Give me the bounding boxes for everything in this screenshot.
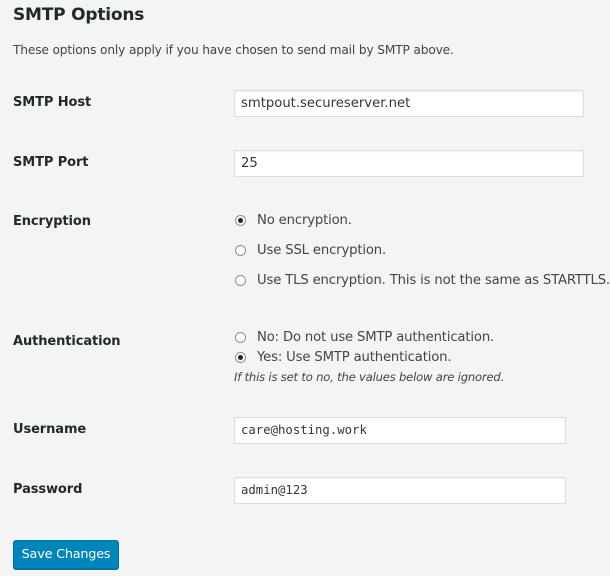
- radio-label: No: Do not use SMTP authentication.: [257, 330, 495, 345]
- auth-option-yes[interactable]: Yes: Use SMTP authentication.: [234, 350, 452, 365]
- smtp-host-input[interactable]: smtpout.secureserver.net: [234, 90, 584, 117]
- radio-button[interactable]: [235, 215, 246, 226]
- radio-button[interactable]: [235, 245, 246, 256]
- radio-button[interactable]: [235, 332, 246, 343]
- encryption-option-none[interactable]: No encryption.: [234, 213, 352, 228]
- section-title: SMTP Options: [13, 5, 145, 25]
- radio-button[interactable]: [235, 275, 246, 286]
- username-label: Username: [13, 422, 87, 437]
- authentication-label: Authentication: [13, 334, 121, 349]
- auth-option-no[interactable]: No: Do not use SMTP authentication.: [234, 330, 494, 345]
- save-changes-button[interactable]: Save Changes: [13, 540, 119, 569]
- encryption-label: Encryption: [13, 214, 91, 229]
- smtp-port-label: SMTP Port: [13, 155, 89, 170]
- radio-label: No encryption.: [257, 213, 352, 228]
- radio-label: Use TLS encryption. This is not the same…: [257, 273, 610, 288]
- smtp-host-label: SMTP Host: [13, 95, 92, 110]
- password-input[interactable]: admin@123: [234, 477, 566, 504]
- password-label: Password: [13, 482, 83, 497]
- radio-button[interactable]: [235, 352, 246, 363]
- username-input[interactable]: care@hosting.work: [234, 417, 566, 444]
- encryption-option-tls[interactable]: Use TLS encryption. This is not the same…: [234, 273, 610, 288]
- authentication-hint: If this is set to no, the values below a…: [234, 370, 505, 384]
- radio-label: Use SSL encryption.: [257, 243, 387, 258]
- encryption-option-ssl[interactable]: Use SSL encryption.: [234, 243, 386, 258]
- section-description: These options only apply if you have cho…: [13, 43, 454, 57]
- radio-label: Yes: Use SMTP authentication.: [257, 350, 452, 365]
- smtp-port-input[interactable]: 25: [234, 150, 584, 177]
